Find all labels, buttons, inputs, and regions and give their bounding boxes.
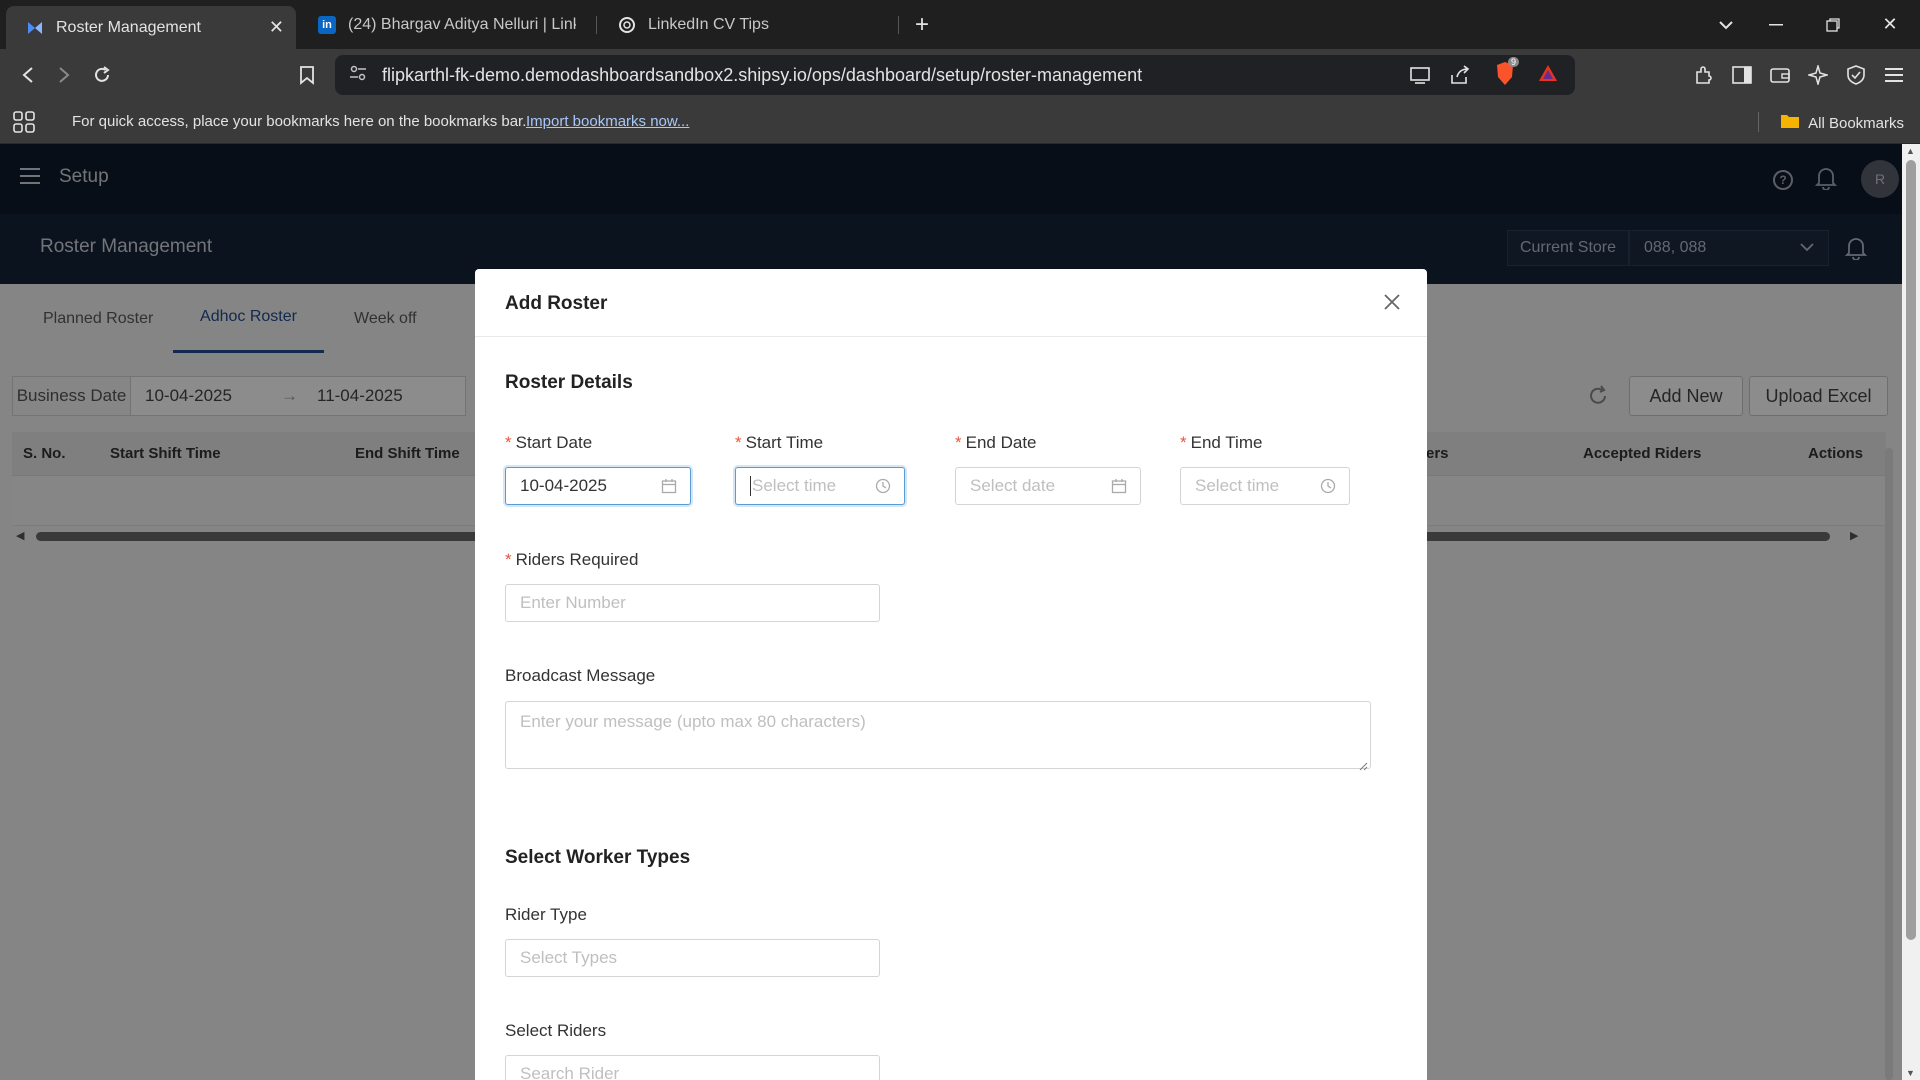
tab-title: Roster Management bbox=[56, 18, 201, 36]
end-date-picker[interactable]: Select date bbox=[955, 467, 1141, 505]
rider-type-select[interactable]: Select Types bbox=[505, 939, 880, 977]
add-roster-modal: Add Roster Roster Details * Start Date 10… bbox=[475, 269, 1427, 1080]
close-window-icon[interactable]: ✕ bbox=[1868, 8, 1912, 41]
start-time-picker[interactable]: Select time bbox=[735, 467, 905, 505]
shipsy-favicon-icon bbox=[26, 19, 44, 37]
clock-icon bbox=[874, 477, 892, 495]
tab-linkedin-profile[interactable]: in (24) Bhargav Aditya Nelluri | LinkedI bbox=[298, 8, 588, 41]
scroll-down-icon[interactable]: ▼ bbox=[1906, 1068, 1915, 1078]
folder-icon bbox=[1780, 113, 1800, 133]
tab-title: (24) Bhargav Aditya Nelluri | LinkedI bbox=[348, 15, 576, 33]
app-viewport: Setup ? R Roster Management Current Stor… bbox=[0, 144, 1902, 1080]
bookmarks-divider bbox=[1758, 112, 1759, 132]
tab-search-chevron-icon[interactable] bbox=[1704, 8, 1748, 41]
end-date-label: * End Date bbox=[955, 433, 1037, 453]
share-icon[interactable] bbox=[1449, 65, 1471, 88]
search-rider-placeholder: Search Rider bbox=[520, 1064, 620, 1080]
vpn-shield-icon[interactable] bbox=[1840, 59, 1872, 91]
end-date-placeholder: Select date bbox=[970, 476, 1056, 495]
brave-shields-icon[interactable]: 9 bbox=[1494, 57, 1520, 87]
clock-icon bbox=[1319, 477, 1337, 495]
inner-scroll-thumb[interactable] bbox=[1885, 448, 1893, 1080]
start-time-label: * Start Time bbox=[735, 433, 823, 453]
bookmarks-hint-text: For quick access, place your bookmarks h… bbox=[72, 113, 527, 130]
modal-title: Add Roster bbox=[505, 293, 608, 314]
start-time-placeholder: Select time bbox=[752, 476, 837, 495]
resize-grip-icon[interactable] bbox=[1358, 756, 1368, 771]
worker-types-heading: Select Worker Types bbox=[505, 847, 691, 868]
select-riders-label: Select Riders bbox=[505, 1021, 607, 1040]
inner-scrollbar[interactable] bbox=[1882, 432, 1896, 1080]
end-time-picker[interactable]: Select time bbox=[1180, 467, 1350, 505]
end-date-label-text: End Date bbox=[965, 433, 1037, 452]
calendar-icon bbox=[660, 477, 678, 495]
search-rider-input[interactable]: Search Rider bbox=[505, 1055, 880, 1080]
url-text: flipkarthl-fk-demo.demodashboardsandbox2… bbox=[382, 64, 1143, 85]
page-scroll-thumb[interactable] bbox=[1906, 160, 1916, 940]
required-asterisk: * bbox=[505, 433, 512, 452]
site-settings-icon[interactable] bbox=[349, 65, 367, 86]
start-date-label-text: Start Date bbox=[515, 433, 593, 452]
browser-toolbar: flipkarthl-fk-demo.demodashboardsandbox2… bbox=[0, 49, 1920, 101]
text-caret bbox=[750, 476, 751, 496]
brave-badge: 9 bbox=[1508, 57, 1520, 67]
forward-icon[interactable] bbox=[48, 59, 80, 91]
riders-required-placeholder: Enter Number bbox=[520, 593, 626, 612]
leo-ai-icon[interactable] bbox=[1802, 59, 1834, 91]
extensions-icon[interactable] bbox=[1688, 59, 1720, 91]
minimize-icon[interactable] bbox=[1754, 8, 1798, 41]
required-asterisk: * bbox=[505, 550, 512, 569]
back-icon[interactable] bbox=[12, 59, 44, 91]
restore-icon[interactable] bbox=[1811, 8, 1855, 41]
wallet-icon[interactable] bbox=[1764, 59, 1796, 91]
linkedin-favicon-icon: in bbox=[318, 15, 336, 34]
close-tab-icon[interactable]: ✕ bbox=[269, 17, 284, 38]
riders-required-input[interactable]: Enter Number bbox=[505, 584, 880, 622]
broadcast-message-textarea[interactable]: Enter your message (upto max 80 characte… bbox=[505, 701, 1371, 771]
reload-icon[interactable] bbox=[86, 59, 118, 91]
tab-linkedin-cv-tips[interactable]: LinkedIn CV Tips bbox=[598, 8, 888, 41]
start-date-value: 10-04-2025 bbox=[520, 476, 607, 495]
end-time-label: * End Time bbox=[1180, 433, 1262, 453]
page-vertical-scrollbar[interactable]: ▲ ▼ bbox=[1902, 144, 1920, 1080]
tab-title: LinkedIn CV Tips bbox=[648, 15, 769, 33]
sidebar-icon[interactable] bbox=[1726, 59, 1758, 91]
tab-separator bbox=[898, 16, 899, 34]
rider-type-label: Rider Type bbox=[505, 905, 587, 924]
main-menu-icon[interactable] bbox=[1878, 59, 1910, 91]
start-date-picker[interactable]: 10-04-2025 bbox=[505, 467, 691, 505]
browser-tab-strip: Roster Management ✕ in (24) Bhargav Adit… bbox=[0, 0, 1920, 49]
close-icon[interactable] bbox=[1379, 289, 1405, 315]
roster-details-heading: Roster Details bbox=[505, 372, 633, 393]
required-asterisk: * bbox=[735, 433, 742, 452]
tab-separator bbox=[596, 16, 597, 34]
bookmark-icon[interactable] bbox=[291, 59, 323, 91]
broadcast-message-label: Broadcast Message bbox=[505, 666, 656, 685]
end-time-placeholder: Select time bbox=[1195, 476, 1280, 495]
riders-required-label-text: Riders Required bbox=[515, 550, 639, 569]
required-asterisk: * bbox=[1180, 433, 1187, 452]
required-asterisk: * bbox=[955, 433, 962, 452]
openai-favicon-icon bbox=[618, 16, 636, 34]
tab-roster-management[interactable]: Roster Management ✕ bbox=[6, 6, 296, 49]
address-bar[interactable]: flipkarthl-fk-demo.demodashboardsandbox2… bbox=[335, 55, 1575, 95]
all-bookmarks-label: All Bookmarks bbox=[1808, 114, 1904, 132]
start-time-label-text: Start Time bbox=[745, 433, 824, 452]
modal-header: Add Roster bbox=[475, 269, 1427, 337]
end-time-label-text: End Time bbox=[1190, 433, 1263, 452]
cast-icon[interactable] bbox=[1409, 65, 1431, 88]
import-bookmarks-link[interactable]: Import bookmarks now... bbox=[526, 113, 689, 130]
riders-required-label: * Riders Required bbox=[505, 550, 638, 570]
new-tab-icon[interactable]: + bbox=[900, 8, 944, 41]
scroll-up-icon[interactable]: ▲ bbox=[1906, 146, 1915, 156]
bookmarks-bar: For quick access, place your bookmarks h… bbox=[0, 101, 1920, 144]
brave-rewards-icon[interactable] bbox=[1537, 63, 1559, 86]
rider-type-placeholder: Select Types bbox=[520, 948, 618, 967]
broadcast-placeholder: Enter your message (upto max 80 characte… bbox=[520, 712, 866, 731]
calendar-icon bbox=[1110, 477, 1128, 495]
all-bookmarks-button[interactable]: All Bookmarks bbox=[1780, 113, 1904, 133]
start-date-label: * Start Date bbox=[505, 433, 592, 453]
apps-grid-icon[interactable] bbox=[13, 111, 35, 133]
